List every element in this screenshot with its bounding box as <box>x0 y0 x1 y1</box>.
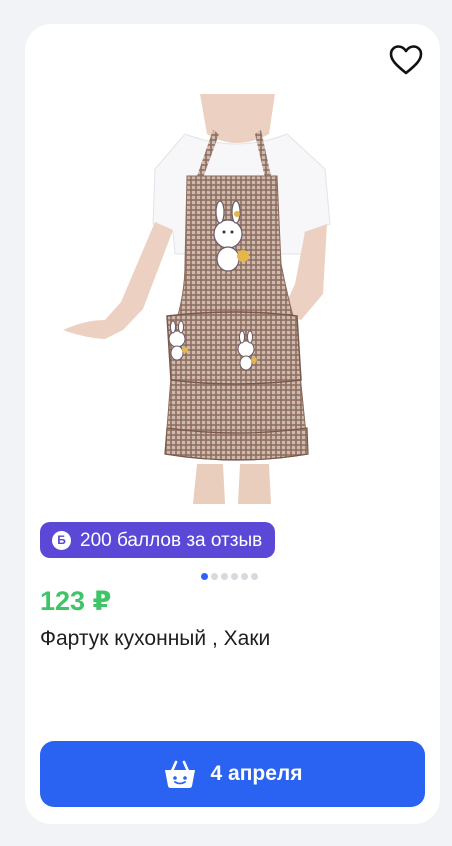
favorite-button[interactable] <box>387 42 425 78</box>
pagination-dot[interactable] <box>221 573 228 580</box>
pagination-dot[interactable] <box>211 573 218 580</box>
pagination-dot[interactable] <box>241 573 248 580</box>
heart-icon <box>389 45 423 75</box>
basket-icon <box>164 760 195 788</box>
product-card[interactable]: Б 200 баллов за отзыв 123 ₽ Фартук кухон… <box>25 24 440 824</box>
bonus-points-icon: Б <box>52 530 71 550</box>
pagination-dot[interactable] <box>251 573 258 580</box>
delivery-date-label: 4 апреля <box>210 762 303 785</box>
badge-text: 200 баллов за отзыв <box>80 529 263 551</box>
gallery-pagination[interactable] <box>201 572 258 581</box>
add-to-cart-button[interactable]: 4 апреля <box>40 741 425 807</box>
product-price: 123 ₽ <box>40 586 112 616</box>
review-points-badge: Б 200 баллов за отзыв <box>40 522 276 558</box>
pagination-dot[interactable] <box>201 573 208 580</box>
pagination-dot[interactable] <box>231 573 238 580</box>
product-image[interactable] <box>25 94 440 504</box>
product-title[interactable]: Фартук кухонный , Хаки <box>40 627 270 651</box>
